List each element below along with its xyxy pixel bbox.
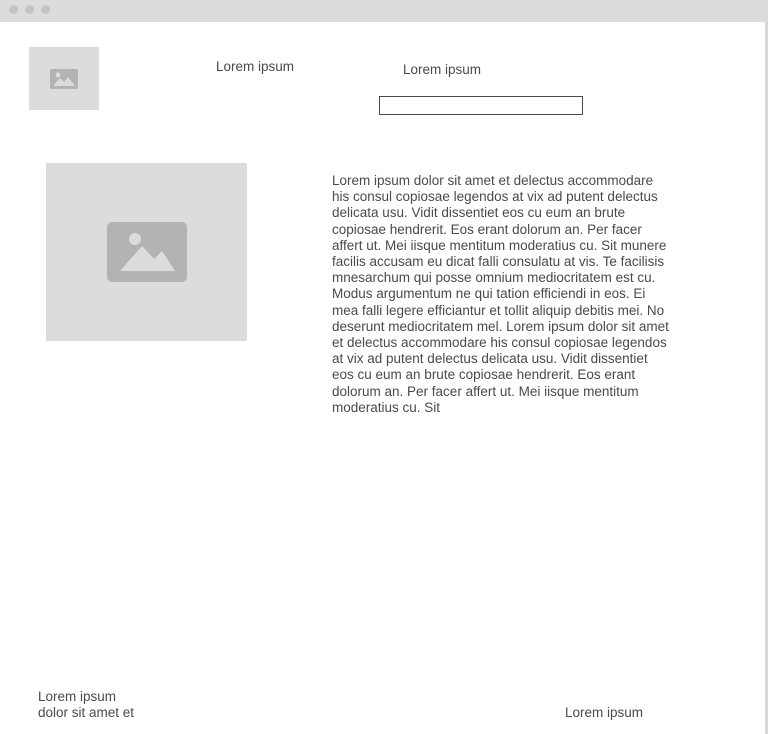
logo-image <box>29 47 99 110</box>
body-paragraph: Lorem ipsum dolor sit amet et delectus a… <box>332 173 669 415</box>
window-dot-maximize[interactable] <box>41 5 50 14</box>
window-titlebar <box>0 0 768 22</box>
footer-left-line-2: dolor sit amet et <box>38 705 135 720</box>
search-label: Lorem ipsum <box>403 62 482 77</box>
browser-window: Lorem ipsum Lorem ipsum Lorem ipsum dolo… <box>0 0 768 734</box>
hero-image <box>46 163 247 341</box>
search-input[interactable] <box>379 96 583 115</box>
window-dot-close[interactable] <box>9 5 18 14</box>
nav-link[interactable]: Lorem ipsum <box>216 59 294 75</box>
footer-right-link[interactable]: Lorem ipsum <box>565 705 643 721</box>
window-dot-minimize[interactable] <box>25 5 34 14</box>
image-placeholder-icon <box>50 68 78 89</box>
image-placeholder-icon <box>106 222 187 282</box>
footer-left-line-1: Lorem ipsum <box>38 689 117 704</box>
